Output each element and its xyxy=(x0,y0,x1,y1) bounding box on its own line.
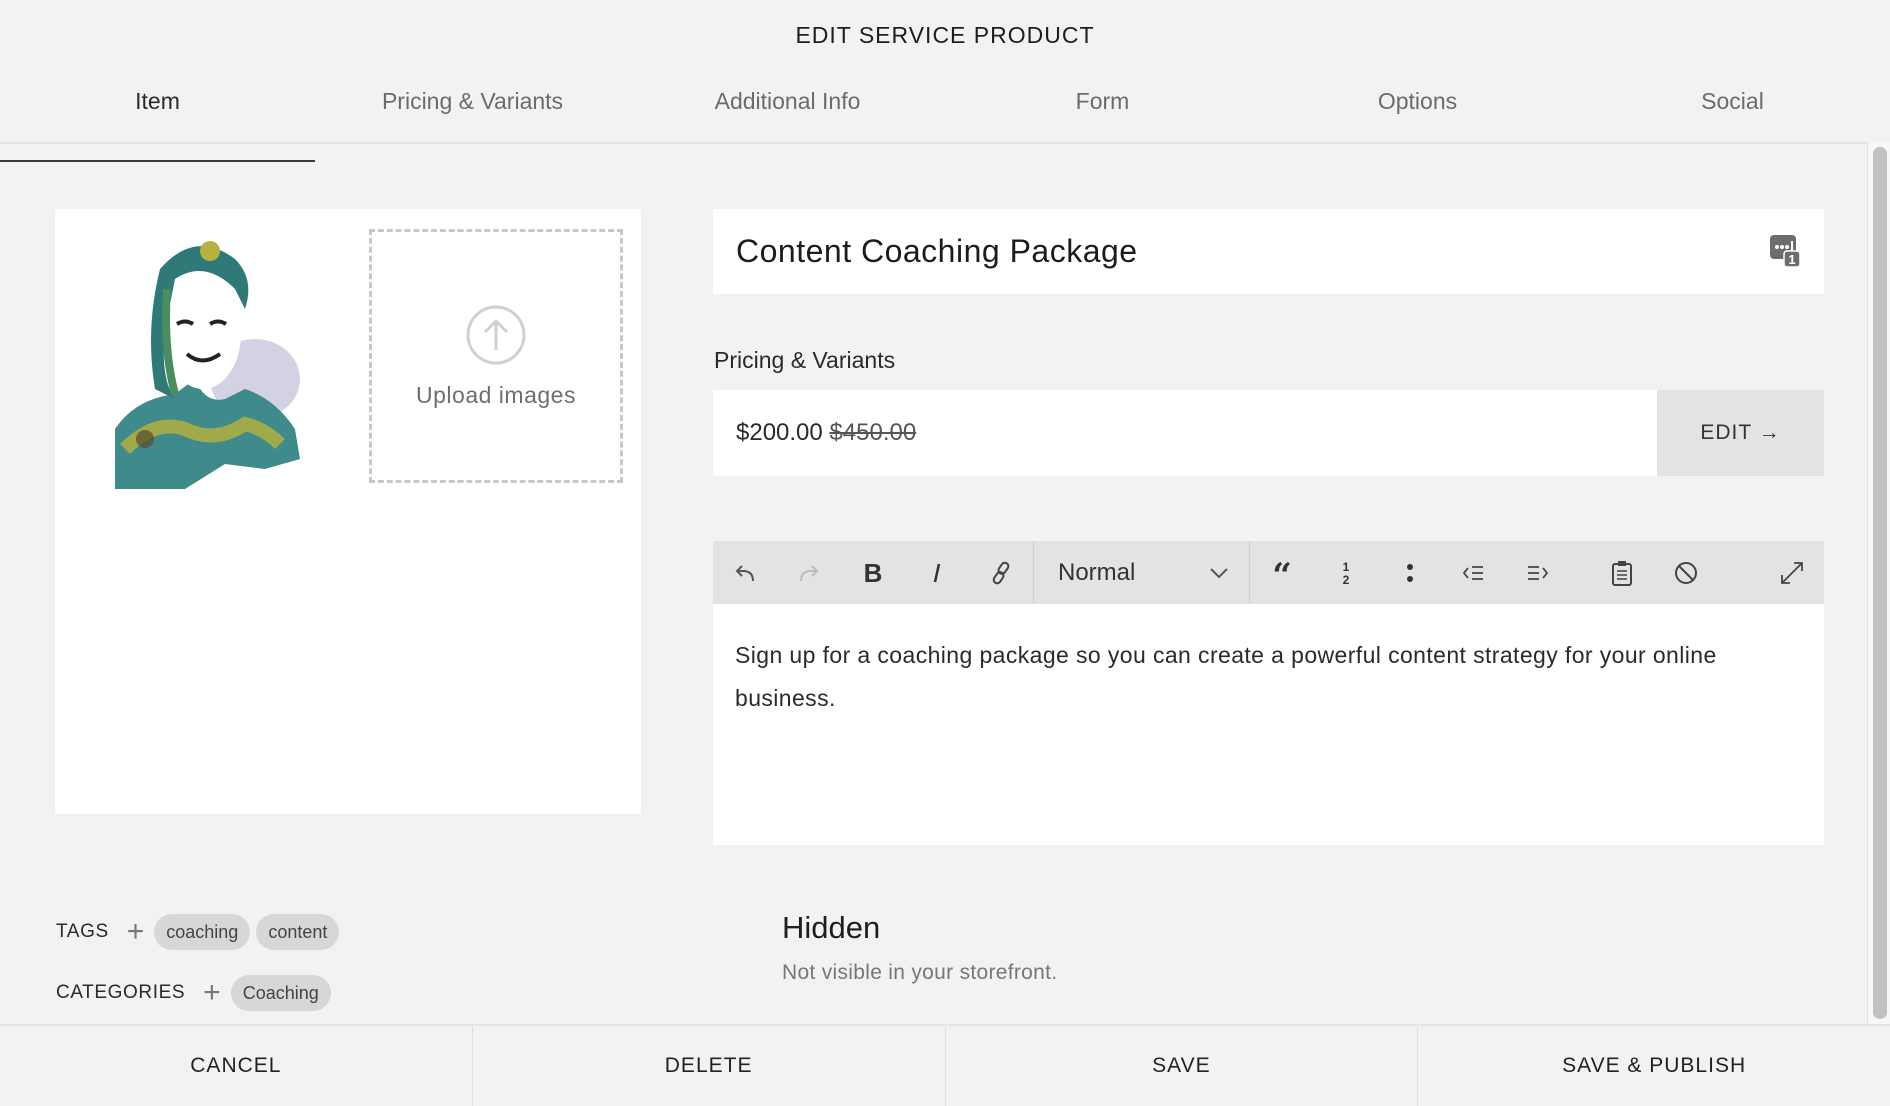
save-button[interactable]: SAVE xyxy=(946,1026,1419,1106)
scrollbar-thumb[interactable] xyxy=(1873,147,1887,1019)
link-icon xyxy=(992,561,1010,584)
clear-format-icon xyxy=(1675,561,1697,584)
tab-options[interactable]: Options xyxy=(1260,80,1575,142)
save-publish-button[interactable]: SAVE & PUBLISH xyxy=(1418,1026,1890,1106)
bold-button[interactable]: B xyxy=(841,541,905,604)
bullet-list-button[interactable] xyxy=(1378,541,1442,604)
svg-text:2: 2 xyxy=(1343,573,1350,587)
tag-chip[interactable]: coaching xyxy=(154,914,251,950)
upload-arrow-icon xyxy=(466,305,526,364)
quote-icon: “ xyxy=(1272,559,1292,587)
redo-button[interactable] xyxy=(777,541,841,604)
description-editor[interactable]: Sign up for a coaching package so you ca… xyxy=(713,604,1824,845)
visibility-description: Not visible in your storefront. xyxy=(782,961,1058,984)
categories-label: CATEGORIES xyxy=(56,982,186,1003)
product-image-thumbnail[interactable] xyxy=(105,229,305,489)
upload-images-dropzone[interactable]: Upload images xyxy=(369,229,623,483)
dialog-title: EDIT SERVICE PRODUCT xyxy=(795,22,1095,48)
tag-chip[interactable]: content xyxy=(256,914,340,950)
tab-item[interactable]: Item xyxy=(0,80,315,162)
pricing-summary: $200.00 $450.00 EDIT → xyxy=(713,390,1824,476)
chevron-down-icon xyxy=(1210,567,1228,578)
categories-row: CATEGORIES + Coaching xyxy=(56,975,337,1011)
pricing-section-label: Pricing & Variants xyxy=(714,347,896,373)
visibility-toggle[interactable]: Hidden xyxy=(782,910,880,946)
clear-format-button[interactable] xyxy=(1654,541,1718,604)
lastpass-icon[interactable]: 1 xyxy=(1768,233,1802,269)
ordered-list-icon: 12 xyxy=(1343,560,1350,587)
edit-pricing-button[interactable]: EDIT → xyxy=(1657,390,1824,476)
cancel-button[interactable]: CANCEL xyxy=(0,1026,473,1106)
delete-button[interactable]: DELETE xyxy=(473,1026,946,1106)
bold-icon: B xyxy=(864,559,883,587)
bullet-list-icon xyxy=(1407,563,1413,582)
tab-form[interactable]: Form xyxy=(945,80,1260,142)
fullscreen-button[interactable] xyxy=(1760,541,1824,604)
category-chip[interactable]: Coaching xyxy=(230,975,331,1011)
current-price: $200.00 xyxy=(736,419,823,446)
tags-label: TAGS xyxy=(56,921,109,942)
tab-pricing-variants[interactable]: Pricing & Variants xyxy=(315,80,630,142)
add-tag-button[interactable]: + xyxy=(127,917,145,947)
format-dropdown[interactable]: Normal xyxy=(1034,541,1249,604)
svg-text:1: 1 xyxy=(1343,560,1350,574)
link-button[interactable] xyxy=(969,541,1033,604)
scrollbar-track[interactable] xyxy=(1867,142,1890,1024)
image-panel: Upload images xyxy=(55,209,641,814)
undo-icon xyxy=(735,564,754,581)
add-category-button[interactable]: + xyxy=(203,978,221,1008)
svg-text:“: “ xyxy=(1272,559,1292,587)
editor-toolbar: B Normal “ 12 xyxy=(713,541,1824,604)
italic-button[interactable] xyxy=(905,541,969,604)
outdent-icon xyxy=(1462,565,1483,580)
product-title-input[interactable]: Content Coaching Package 1 xyxy=(713,209,1824,294)
tab-additional-info[interactable]: Additional Info xyxy=(630,80,945,142)
upload-images-label: Upload images xyxy=(416,381,576,408)
redo-icon xyxy=(800,564,819,581)
blockquote-button[interactable]: “ xyxy=(1250,541,1314,604)
expand-icon xyxy=(1781,561,1803,584)
original-price: $450.00 xyxy=(829,419,917,446)
paste-icon xyxy=(1612,560,1632,586)
indent-button[interactable] xyxy=(1506,541,1570,604)
format-dropdown-value: Normal xyxy=(1058,558,1136,586)
ordered-list-button[interactable]: 12 xyxy=(1314,541,1378,604)
italic-icon xyxy=(933,563,941,582)
tab-bar: Item Pricing & Variants Additional Info … xyxy=(0,80,1890,162)
svg-text:B: B xyxy=(864,559,883,587)
svg-text:1: 1 xyxy=(1788,252,1795,267)
footer-actions: CANCEL DELETE SAVE SAVE & PUBLISH xyxy=(0,1024,1890,1106)
outdent-button[interactable] xyxy=(1442,541,1506,604)
indent-icon xyxy=(1528,565,1549,580)
undo-button[interactable] xyxy=(713,541,777,604)
product-title-value: Content Coaching Package xyxy=(736,233,1138,269)
tab-social[interactable]: Social xyxy=(1575,80,1890,142)
paste-button[interactable] xyxy=(1590,541,1654,604)
tags-row: TAGS + coaching content xyxy=(56,914,345,950)
